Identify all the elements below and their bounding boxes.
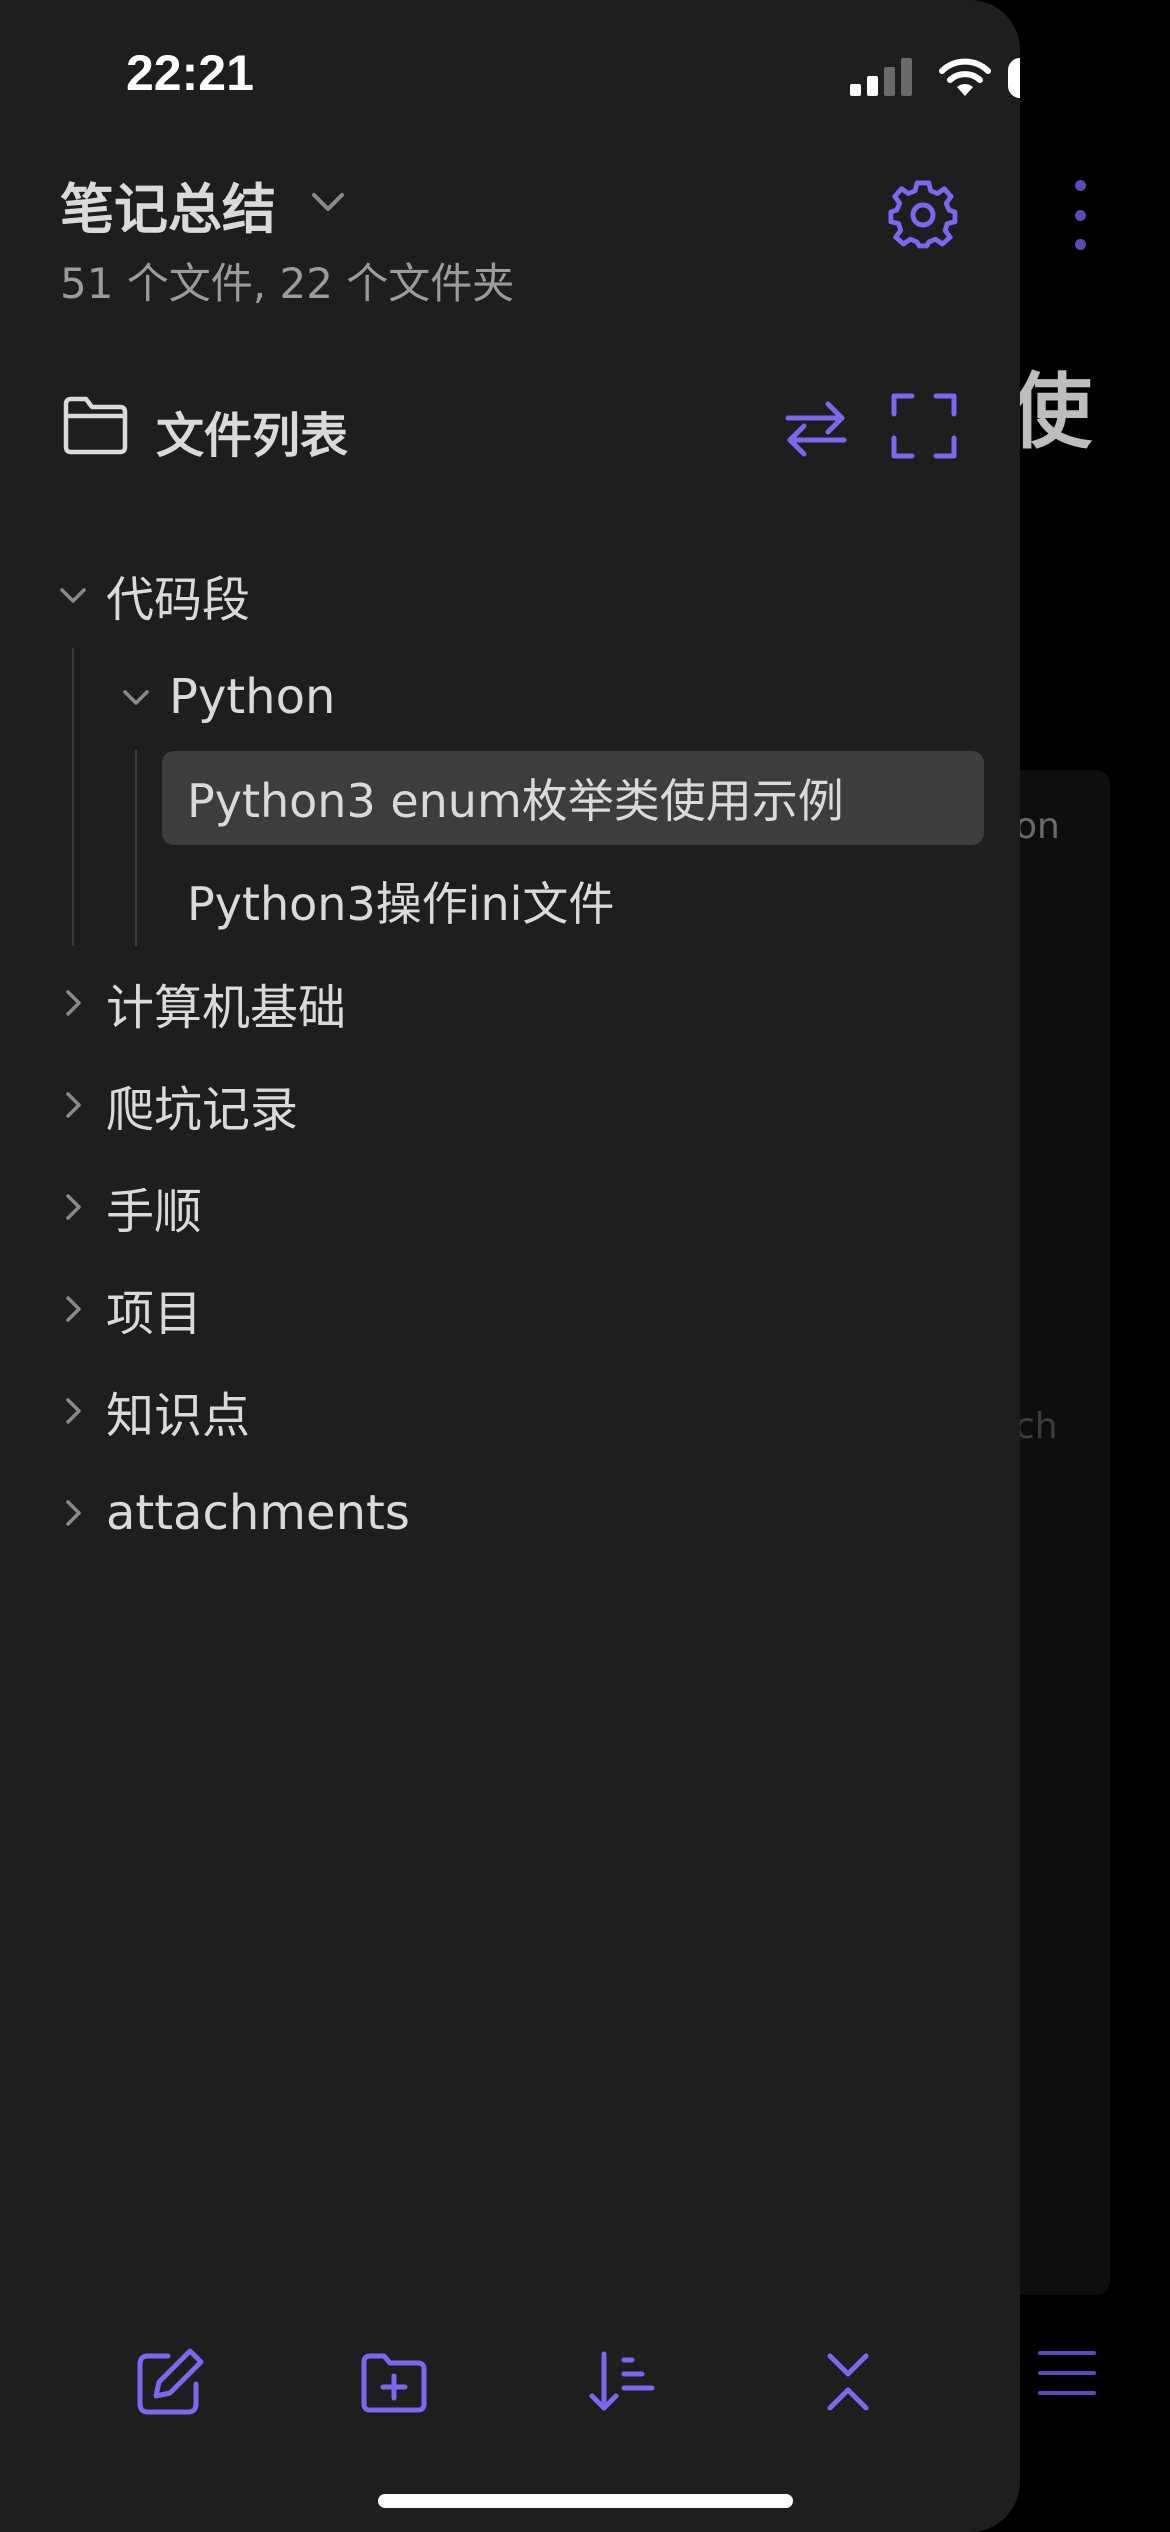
folder-row-code[interactable]: 代码段 [58, 550, 250, 640]
folder-label: Python [169, 669, 336, 725]
folder-row-knowledge[interactable]: 知识点 [58, 1366, 250, 1456]
folder-label: attachments [106, 1485, 410, 1541]
vault-name[interactable]: 笔记总结 [60, 165, 276, 244]
file-row-ini[interactable]: Python3操作ini文件 [162, 854, 984, 948]
folder-label: 知识点 [106, 1388, 251, 1444]
file-list-title: 文件列表 [156, 408, 349, 464]
folder-row-handy[interactable]: 手顺 [58, 1162, 202, 1252]
code-text-fragment: on [1015, 806, 1060, 847]
tree-guide-line [72, 648, 74, 946]
folder-row-pitfalls[interactable]: 爬坑记录 [58, 1060, 298, 1150]
folder-label: 爬坑记录 [106, 1082, 299, 1138]
wifi-icon [939, 58, 991, 96]
chevron-right-icon [66, 1194, 81, 1220]
chevron-right-icon [66, 1092, 81, 1118]
screen: 使 on ch 22:21 55 [0, 0, 1170, 2532]
file-label: Python3操作ini文件 [187, 877, 615, 931]
chevron-down-icon [60, 588, 86, 603]
chevron-right-icon [66, 1500, 81, 1526]
file-explorer-drawer: 22:21 55 笔记总结 51 个文件, 22 个文件夹 [0, 0, 1020, 2532]
folder-label: 手顺 [106, 1184, 203, 1240]
folder-row-python[interactable]: Python [121, 652, 335, 742]
folder-row-attachments[interactable]: attachments [58, 1468, 410, 1558]
gear-icon[interactable] [888, 180, 958, 250]
sort-icon[interactable] [586, 2346, 658, 2418]
file-row-enum[interactable]: Python3 enum枚举类使用示例 [162, 751, 984, 845]
status-indicators: 55 [850, 56, 1020, 100]
status-time: 22:21 [126, 45, 254, 101]
expand-corners-icon[interactable] [890, 392, 958, 460]
chevron-down-icon [123, 690, 149, 705]
folder-row-projects[interactable]: 项目 [58, 1264, 202, 1354]
home-indicator[interactable] [378, 2494, 793, 2508]
folder-label: 代码段 [106, 572, 251, 628]
note-title-fragment: 使 [1010, 365, 1093, 460]
chevron-right-icon [66, 1398, 81, 1424]
swap-arrows-icon[interactable] [780, 392, 852, 464]
battery-level: 55 [1008, 58, 1020, 98]
chevron-right-icon [66, 990, 81, 1016]
chevron-right-icon [66, 1296, 81, 1322]
cellular-signal-icon [850, 58, 912, 96]
menu-icon[interactable] [1038, 2348, 1096, 2398]
folder-icon [63, 396, 128, 455]
chevron-down-icon[interactable] [306, 180, 350, 224]
edit-icon[interactable] [134, 2346, 206, 2418]
folder-label: 项目 [106, 1286, 203, 1342]
vault-stats: 51 个文件, 22 个文件夹 [60, 259, 515, 308]
code-text-fragment: ch [1015, 1406, 1058, 1447]
file-label: Python3 enum枚举类使用示例 [187, 774, 844, 828]
folder-plus-icon[interactable] [358, 2346, 430, 2418]
folder-label: 计算机基础 [106, 980, 347, 1036]
tree-guide-line [135, 750, 137, 946]
collapse-icon[interactable] [812, 2346, 884, 2418]
more-options-icon[interactable] [1060, 180, 1100, 250]
folder-row-cs[interactable]: 计算机基础 [58, 958, 346, 1048]
